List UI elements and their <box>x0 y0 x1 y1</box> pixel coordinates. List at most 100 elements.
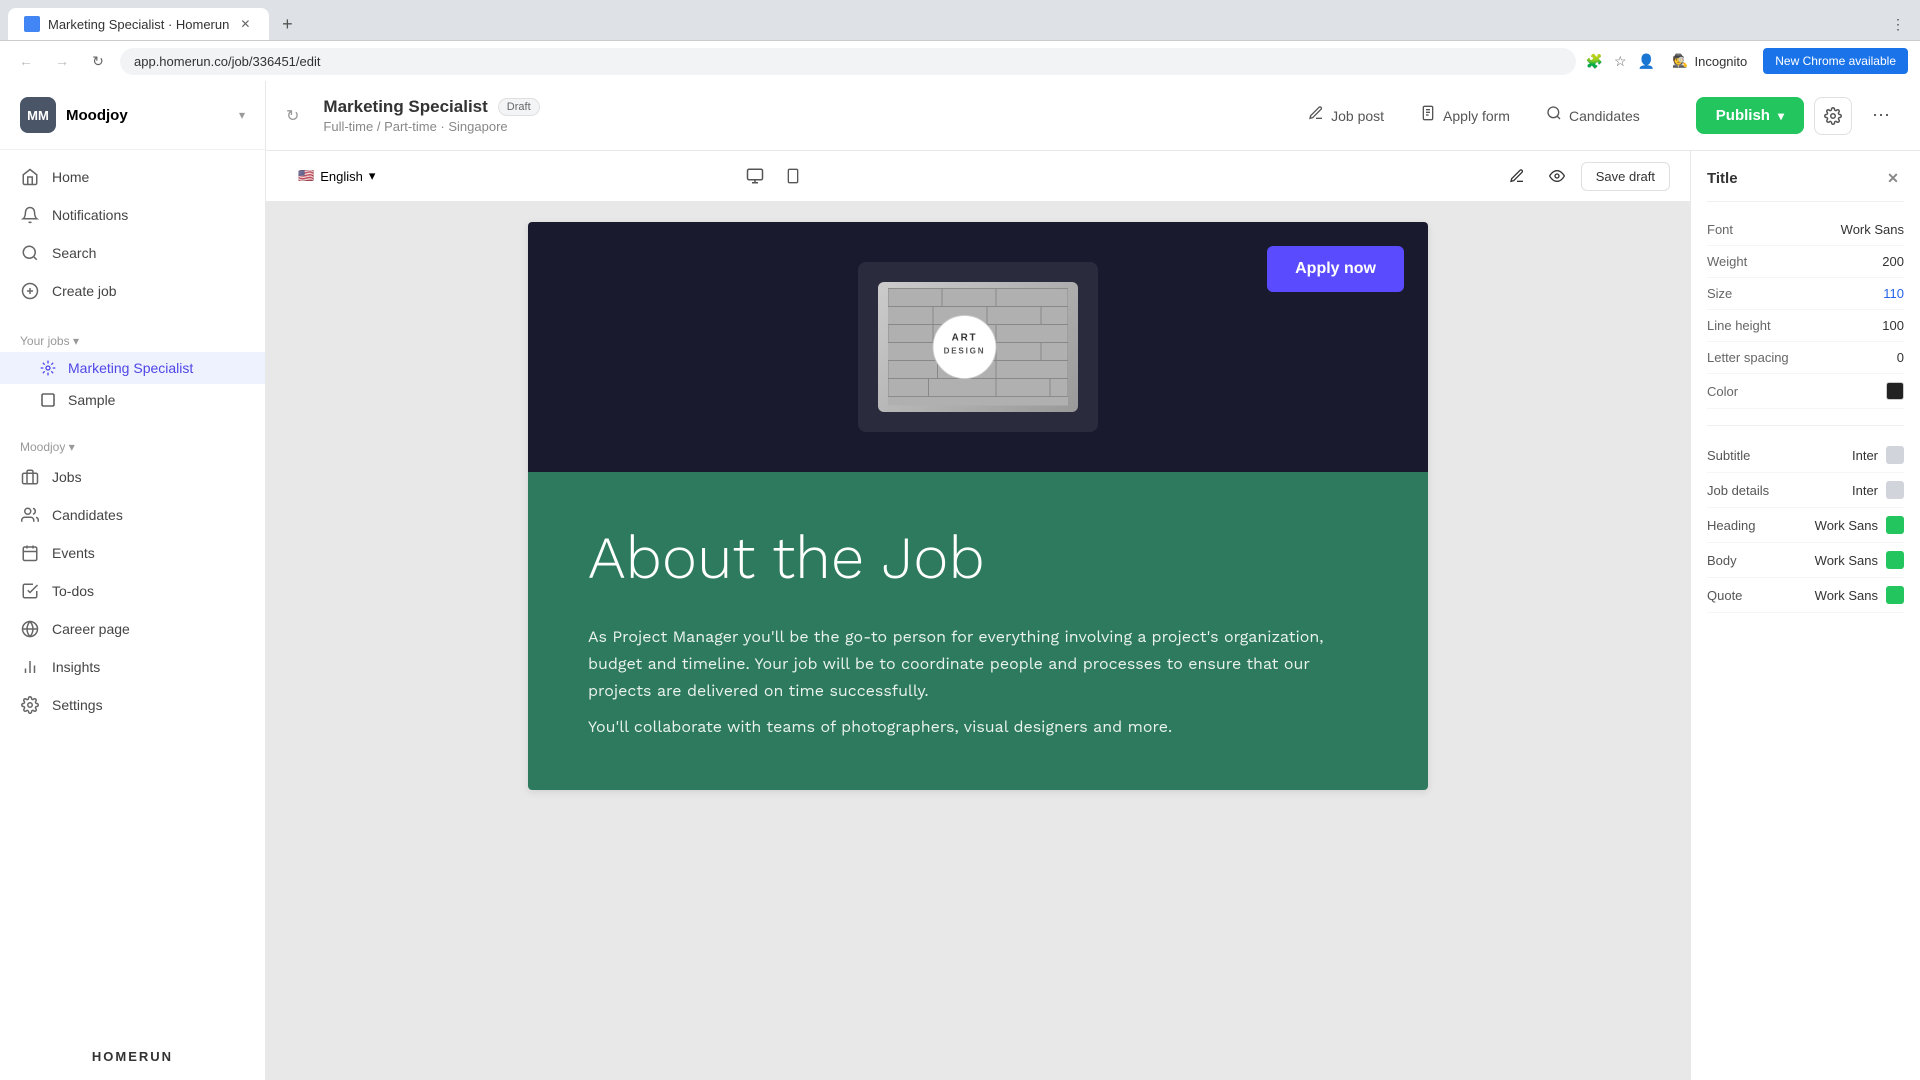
new-chrome-button[interactable]: New Chrome available <box>1763 48 1908 74</box>
browser-menu-icon[interactable]: ⋮ <box>1884 10 1912 38</box>
reload-button[interactable]: ↻ <box>84 47 112 75</box>
heading-font-value: Work Sans <box>1815 518 1878 533</box>
subtitle-font-value: Inter <box>1852 448 1878 463</box>
editor-area: 🇺🇸 English ▾ <box>266 151 1920 1080</box>
language-selector[interactable]: 🇺🇸 English ▾ <box>286 162 387 190</box>
sidebar: MM Moodjoy ▾ Home Notifications <box>0 81 266 1080</box>
sidebar-item-label: Insights <box>52 659 100 675</box>
save-draft-button[interactable]: Save draft <box>1581 162 1670 191</box>
back-button[interactable]: ← <box>12 47 40 75</box>
sidebar-item-label: Candidates <box>52 507 123 523</box>
sidebar-main-nav: Home Notifications Search Create job <box>0 150 265 318</box>
panel-close-button[interactable]: ✕ <box>1882 167 1904 189</box>
tab-bar: Marketing Specialist · Homerun ✕ + ⋮ <box>0 0 1920 40</box>
weight-value: 200 <box>1882 254 1904 269</box>
svg-text:DESIGN: DESIGN <box>944 346 986 355</box>
more-options-button[interactable]: ⋯ <box>1862 97 1900 135</box>
sidebar-item-home[interactable]: Home <box>0 158 265 196</box>
letter-spacing-value: 0 <box>1897 350 1904 365</box>
sidebar-item-todos[interactable]: To-dos <box>0 572 265 610</box>
sidebar-item-jobs[interactable]: Jobs <box>0 458 265 496</box>
quote-font-value: Work Sans <box>1815 588 1878 603</box>
panel-row-color: Color <box>1707 374 1904 409</box>
topbar-refresh-icon[interactable]: ↻ <box>286 106 299 126</box>
apply-now-button[interactable]: Apply now <box>1267 246 1404 292</box>
job-details-toggle[interactable] <box>1886 481 1904 499</box>
sidebar-item-sample[interactable]: Sample <box>0 384 265 416</box>
jobs-icon <box>20 467 40 487</box>
body-font-label: Body <box>1707 553 1737 568</box>
new-tab-button[interactable]: + <box>273 10 301 38</box>
company-logo: ART DESIGN <box>878 282 1078 412</box>
topbar-subtitle: Full-time / Part-time · Singapore <box>323 119 539 134</box>
sidebar-item-events[interactable]: Events <box>0 534 265 572</box>
extension-icon[interactable]: 🧩 <box>1584 51 1604 71</box>
sidebar-sub-item-label: Sample <box>68 392 115 408</box>
profile-icon[interactable]: 👤 <box>1636 51 1656 71</box>
sidebar-sub-item-label: Marketing Specialist <box>68 360 193 376</box>
career-page-icon <box>20 619 40 639</box>
language-label: English <box>320 169 363 184</box>
sidebar-item-notifications[interactable]: Notifications <box>0 196 265 234</box>
publish-button[interactable]: Publish ▾ <box>1696 97 1804 134</box>
color-swatch[interactable] <box>1886 382 1904 400</box>
sidebar-item-search[interactable]: Search <box>0 234 265 272</box>
your-jobs-label: Your jobs <box>20 334 70 348</box>
sidebar-item-label: Events <box>52 545 95 561</box>
tab-favicon <box>24 16 40 32</box>
panel-font-row-heading: Heading Work Sans <box>1707 508 1904 543</box>
topbar-tabs: Job post Apply form Candidates <box>1292 97 1656 134</box>
sidebar-item-career-page[interactable]: Career page <box>0 610 265 648</box>
quote-toggle[interactable] <box>1886 586 1904 604</box>
forward-button[interactable]: → <box>48 47 76 75</box>
sidebar-settings-icon <box>20 695 40 715</box>
size-value: 110 <box>1883 286 1904 301</box>
line-height-label: Line height <box>1707 318 1771 333</box>
brand-avatar: MM <box>20 97 56 133</box>
job-post-tab-label: Job post <box>1331 108 1384 124</box>
incognito-button[interactable]: 🕵 Incognito <box>1662 49 1757 73</box>
pencil-icon-button[interactable] <box>1501 160 1533 192</box>
candidates-tab-icon <box>1546 105 1562 126</box>
preview-icon-button[interactable] <box>1541 160 1573 192</box>
panel-font-row-subtitle: Subtitle Inter <box>1707 438 1904 473</box>
moodjoy-label: Moodjoy <box>20 440 65 454</box>
tab-close-button[interactable]: ✕ <box>237 16 253 32</box>
sidebar-item-label: Create job <box>52 283 117 299</box>
your-jobs-section-label: Your jobs ▾ <box>0 326 265 352</box>
bookmark-icon[interactable]: ☆ <box>1610 51 1630 71</box>
subtitle-toggle[interactable] <box>1886 446 1904 464</box>
body-toggle[interactable] <box>1886 551 1904 569</box>
sidebar-item-candidates[interactable]: Candidates <box>0 496 265 534</box>
canvas-scroll[interactable]: Apply now <box>266 202 1690 1080</box>
heading-toggle[interactable] <box>1886 516 1904 534</box>
your-jobs-chevron-icon: ▾ <box>73 334 79 348</box>
sidebar-item-create-job[interactable]: Create job <box>0 272 265 310</box>
desktop-view-button[interactable] <box>738 159 772 193</box>
sidebar-brand[interactable]: MM Moodjoy ▾ <box>0 81 265 150</box>
job-details-font-value: Inter <box>1852 483 1878 498</box>
active-tab[interactable]: Marketing Specialist · Homerun ✕ <box>8 8 269 40</box>
body-font-value: Work Sans <box>1815 553 1878 568</box>
sidebar-item-settings[interactable]: Settings <box>0 686 265 724</box>
candidates-icon <box>20 505 40 525</box>
tab-candidates[interactable]: Candidates <box>1530 97 1656 134</box>
tab-job-post[interactable]: Job post <box>1292 97 1400 134</box>
address-input[interactable] <box>120 48 1576 75</box>
job-details-font-label: Job details <box>1707 483 1769 498</box>
about-paragraph-2: You'll collaborate with teams of photogr… <box>588 713 1368 740</box>
apply-form-tab-label: Apply form <box>1443 108 1510 124</box>
apply-form-tab-icon <box>1420 105 1436 126</box>
sidebar-item-label: To-dos <box>52 583 94 599</box>
notifications-icon <box>20 205 40 225</box>
mobile-view-button[interactable] <box>776 159 810 193</box>
canvas-toolbar: 🇺🇸 English ▾ <box>266 151 1690 202</box>
sidebar-item-marketing-specialist[interactable]: Marketing Specialist <box>0 352 265 384</box>
topbar-settings-button[interactable] <box>1814 97 1852 135</box>
moodjoy-section-label: Moodjoy ▾ <box>0 432 265 458</box>
page-title: Marketing Specialist <box>323 97 487 117</box>
tab-apply-form[interactable]: Apply form <box>1404 97 1526 134</box>
home-icon <box>20 167 40 187</box>
sidebar-item-insights[interactable]: Insights <box>0 648 265 686</box>
right-panel: Title ✕ Font Work Sans Weight 200 Size 1… <box>1690 151 1920 1080</box>
